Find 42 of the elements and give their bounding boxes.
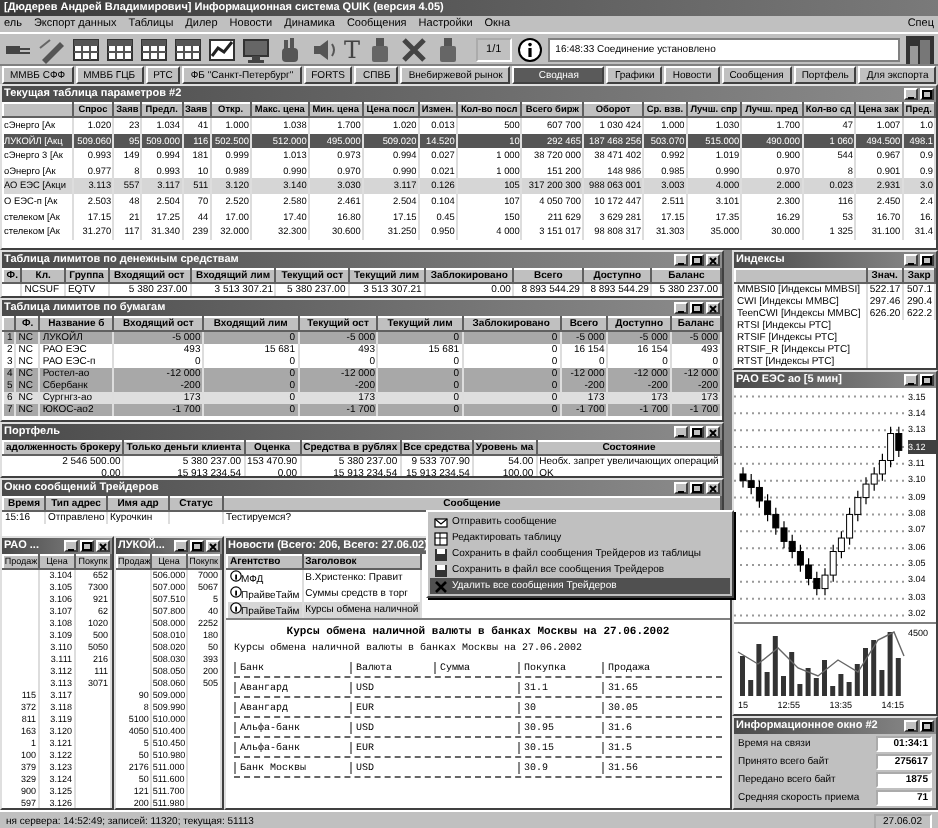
pen-icon[interactable] xyxy=(38,35,66,63)
minimize-button[interactable] xyxy=(674,254,688,266)
minimize-button[interactable] xyxy=(904,88,918,100)
hand-icon[interactable] xyxy=(276,35,304,63)
maximize-button[interactable] xyxy=(690,426,704,438)
info-icon xyxy=(517,37,542,61)
monitor-icon[interactable] xyxy=(242,35,270,63)
maximize-button[interactable] xyxy=(190,540,204,552)
maximize-button[interactable] xyxy=(690,302,704,314)
close-button[interactable] xyxy=(706,426,720,438)
maximize-button[interactable] xyxy=(920,254,934,266)
maximize-button[interactable] xyxy=(920,88,934,100)
minimize-button[interactable] xyxy=(904,720,918,732)
table-icon[interactable] xyxy=(174,35,202,63)
table-icon[interactable] xyxy=(106,35,134,63)
minimize-button[interactable] xyxy=(904,254,918,266)
maximize-button[interactable] xyxy=(920,720,934,732)
table-icon xyxy=(434,531,448,545)
speaker-icon[interactable] xyxy=(310,35,338,63)
minimize-button[interactable] xyxy=(674,302,688,314)
minimize-button[interactable] xyxy=(904,374,918,386)
minimize-button[interactable] xyxy=(174,540,188,552)
close-button[interactable] xyxy=(706,254,720,266)
maximize-button[interactable] xyxy=(690,482,704,494)
close-button[interactable] xyxy=(206,540,220,552)
text-tool-button[interactable]: T xyxy=(344,37,361,61)
maximize-button[interactable] xyxy=(690,254,704,266)
building-icon[interactable] xyxy=(906,35,934,63)
close-button[interactable] xyxy=(706,302,720,314)
maximize-button[interactable] xyxy=(80,540,94,552)
table-icon[interactable] xyxy=(140,35,168,63)
cross-icon xyxy=(434,579,448,593)
close-button[interactable] xyxy=(706,482,720,494)
minimize-button[interactable] xyxy=(64,540,78,552)
chart-icon[interactable] xyxy=(208,35,236,63)
close-button[interactable] xyxy=(96,540,110,552)
cross-icon[interactable] xyxy=(400,35,429,63)
maximize-button[interactable] xyxy=(920,374,934,386)
envelope-icon xyxy=(434,515,448,529)
minimize-button[interactable] xyxy=(674,482,688,494)
table-icon[interactable] xyxy=(72,35,100,63)
minimize-button[interactable] xyxy=(674,426,688,438)
